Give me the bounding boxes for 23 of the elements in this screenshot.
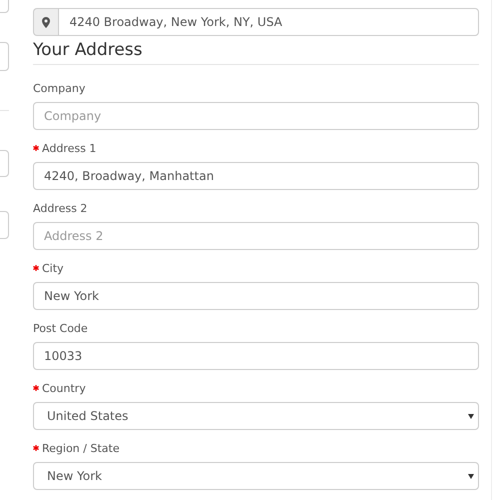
field-label: Company	[33, 82, 86, 95]
field-label: Address 1	[42, 142, 96, 155]
input-field[interactable]: 4240, Broadway, Manhattan	[33, 162, 479, 190]
field-label: Country	[42, 382, 86, 395]
asterisk-icon	[33, 145, 39, 151]
map-pin-icon	[33, 8, 58, 36]
input-field[interactable]: Address 2	[33, 222, 479, 250]
field-label: Region / State	[42, 442, 120, 455]
location-search-field[interactable]: 4240 Broadway, New York, NY, USA	[58, 8, 479, 36]
caret-icon	[468, 474, 474, 479]
input-field[interactable]: New York	[33, 282, 479, 310]
asterisk-icon	[33, 445, 39, 451]
field-label: Address 2	[33, 202, 88, 215]
input-field[interactable]: Company	[33, 102, 479, 130]
input-field[interactable]: 10033	[33, 342, 479, 370]
field-label: City	[42, 262, 64, 275]
select-field[interactable]: New York	[33, 462, 479, 490]
field-label: Post Code	[33, 322, 88, 335]
asterisk-icon	[33, 265, 39, 271]
asterisk-icon	[33, 385, 39, 391]
select-field[interactable]: United States	[33, 402, 479, 430]
section-heading: Your Address	[33, 40, 479, 65]
caret-icon	[468, 414, 474, 419]
